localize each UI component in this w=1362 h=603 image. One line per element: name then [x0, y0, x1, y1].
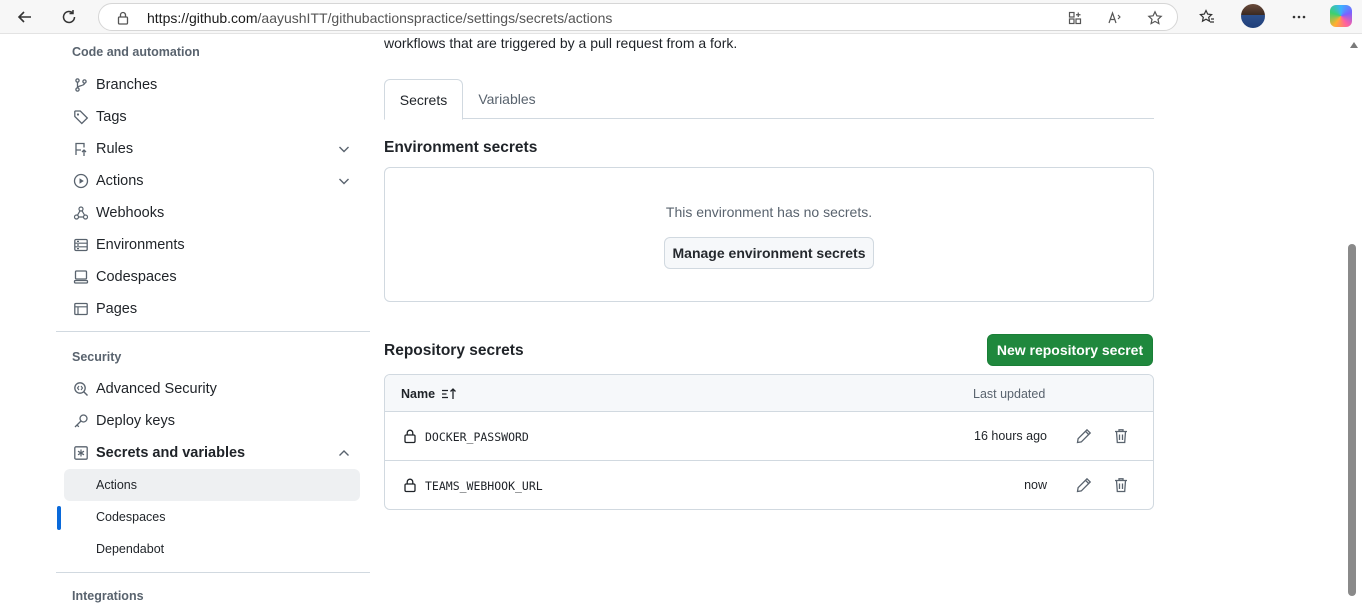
scrollbar-thumb[interactable] — [1348, 244, 1356, 596]
more-menu-button[interactable] — [1286, 4, 1312, 30]
sidebar-subitem-actions[interactable]: Actions — [64, 469, 360, 501]
sidebar-divider — [56, 331, 370, 332]
sidebar-item-label: Actions — [96, 478, 137, 492]
section-title-code-automation: Code and automation — [72, 45, 200, 59]
sort-asc-icon[interactable] — [441, 386, 457, 402]
sidebar-item-pages[interactable]: Pages — [64, 293, 360, 325]
favorite-star-icon[interactable] — [1145, 8, 1165, 28]
sidebar-item-label: Dependabot — [96, 542, 165, 556]
page-scrollbar[interactable] — [1346, 34, 1362, 601]
sidebar-item-label: Secrets and variables — [96, 445, 246, 461]
sidebar-item-rules[interactable]: Rules — [64, 133, 360, 165]
secret-name: TEAMS_WEBHOOK_URL — [425, 479, 543, 493]
secret-name: DOCKER_PASSWORD — [425, 430, 529, 444]
table-row: TEAMS_WEBHOOK_URL now — [385, 461, 1153, 509]
browser-toolbar: https://github.com/aayushITT/githubactio… — [0, 0, 1362, 34]
sidebar-item-label: Actions — [96, 173, 144, 189]
sidebar-item-label: Advanced Security — [96, 381, 217, 397]
sidebar-subitem-codespaces[interactable]: Codespaces — [64, 501, 360, 533]
settings-sidebar: Code and automation Branches Tags Rules … — [56, 34, 370, 603]
sidebar-item-label: Codespaces — [96, 269, 177, 285]
codescan-icon — [73, 381, 89, 397]
url-text: https://github.com/aayushITT/githubactio… — [147, 10, 613, 26]
scroll-up-arrow-icon[interactable] — [1350, 42, 1358, 48]
sidebar-item-deploy-keys[interactable]: Deploy keys — [64, 405, 360, 437]
sidebar-item-label: Branches — [96, 77, 158, 93]
sidebar-item-advanced-security[interactable]: Advanced Security — [64, 373, 360, 405]
repository-secrets-title: Repository secrets — [384, 342, 524, 359]
sidebar-item-actions[interactable]: Actions — [64, 165, 360, 197]
sidebar-item-webhooks[interactable]: Webhooks — [64, 197, 360, 229]
secret-last-updated: now — [1024, 478, 1047, 492]
sidebar-item-tags[interactable]: Tags — [64, 101, 360, 133]
back-button[interactable] — [12, 4, 38, 30]
chevron-up-icon[interactable] — [336, 445, 352, 461]
trash-icon[interactable] — [1112, 476, 1130, 494]
sidebar-item-branches[interactable]: Branches — [64, 69, 360, 101]
table-header: Name Last updated — [385, 375, 1153, 412]
tag-icon — [73, 109, 89, 125]
refresh-button[interactable] — [56, 4, 82, 30]
key-icon — [73, 413, 89, 429]
lock-icon — [402, 477, 418, 493]
trash-icon[interactable] — [1112, 427, 1130, 445]
manage-environment-secrets-button[interactable]: Manage environment secrets — [664, 237, 874, 269]
empty-state-message: This environment has no secrets. — [665, 204, 873, 220]
favorites-icon — [1199, 9, 1214, 23]
sidebar-item-environments[interactable]: Environments — [64, 229, 360, 261]
copilot-icon[interactable] — [1330, 5, 1352, 27]
chevron-down-icon[interactable] — [336, 173, 352, 189]
column-header-name[interactable]: Name — [401, 387, 435, 401]
sidebar-item-secrets-and-variables[interactable]: Secrets and variables — [64, 437, 360, 469]
server-icon — [73, 237, 89, 253]
play-circle-icon — [73, 173, 89, 189]
sidebar-item-label: Codespaces — [96, 510, 166, 524]
codespaces-icon — [73, 269, 89, 285]
sidebar-item-label: Tags — [96, 109, 127, 125]
main-content: workflows that are triggered by a pull r… — [384, 34, 1154, 601]
environment-secrets-title: Environment secrets — [384, 139, 538, 156]
sidebar-item-label: Pages — [96, 301, 138, 317]
more-dots-icon — [1292, 15, 1306, 19]
lock-icon — [402, 428, 418, 444]
asterisk-box-icon — [73, 445, 89, 461]
sidebar-item-label: Deploy keys — [96, 413, 175, 429]
environment-secrets-box: This environment has no secrets. Manage … — [384, 167, 1154, 302]
intro-text: workflows that are triggered by a pull r… — [384, 35, 738, 51]
chevron-down-icon[interactable] — [336, 141, 352, 157]
app-available-icon[interactable] — [1065, 8, 1085, 28]
favorites-button[interactable] — [1194, 4, 1220, 30]
tab-variables[interactable]: Variables — [463, 79, 551, 119]
address-bar[interactable]: https://github.com/aayushITT/githubactio… — [98, 3, 1178, 31]
profile-avatar[interactable] — [1241, 4, 1265, 28]
sidebar-item-label: Rules — [96, 141, 134, 157]
sidebar-item-label: Webhooks — [96, 205, 165, 221]
pencil-icon[interactable] — [1075, 427, 1093, 445]
secret-last-updated: 16 hours ago — [974, 429, 1047, 443]
branch-icon — [73, 77, 89, 93]
tab-secrets[interactable]: Secrets — [384, 79, 463, 120]
repository-secrets-table: Name Last updated DOCKER_PASSWORD 16 hou… — [384, 374, 1154, 510]
sidebar-item-codespaces[interactable]: Codespaces — [64, 261, 360, 293]
site-info-icon[interactable] — [113, 8, 133, 28]
column-header-last-updated: Last updated — [973, 387, 1046, 401]
rules-icon — [73, 141, 89, 157]
new-repository-secret-button[interactable]: New repository secret — [987, 334, 1153, 366]
pencil-icon[interactable] — [1075, 476, 1093, 494]
browser-window-icon — [73, 301, 89, 317]
section-title-security: Security — [72, 350, 122, 364]
webhook-icon — [73, 205, 89, 221]
refresh-icon — [62, 10, 76, 24]
back-arrow-icon — [17, 11, 31, 23]
sidebar-subitem-dependabot[interactable]: Dependabot — [64, 533, 360, 565]
table-row: DOCKER_PASSWORD 16 hours ago — [385, 412, 1153, 461]
sidebar-item-label: Environments — [96, 237, 185, 253]
read-aloud-icon[interactable] — [1105, 8, 1125, 28]
tab-bar: Secrets Variables — [384, 79, 1154, 120]
sidebar-divider — [56, 572, 370, 573]
active-indicator — [57, 506, 61, 530]
